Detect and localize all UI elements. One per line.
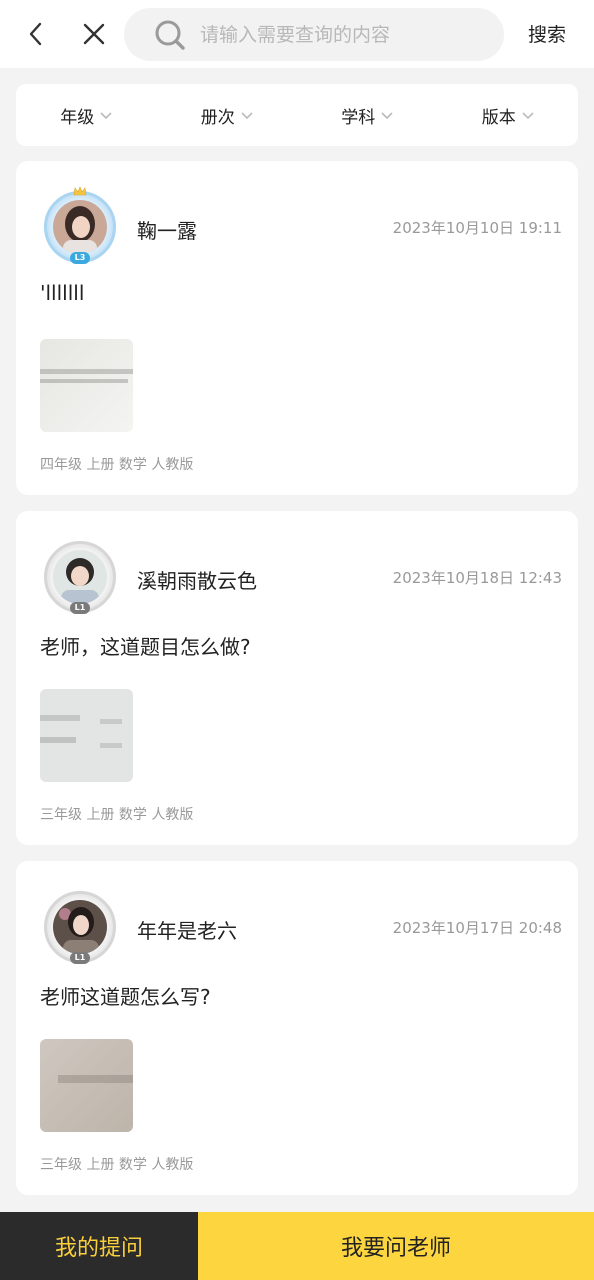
avatar[interactable]: L3 [44, 186, 116, 264]
avatar-photo [53, 550, 107, 604]
avatar-photo [53, 200, 107, 254]
question-card[interactable]: L1 溪朝雨散云色 2023年10月18日 12:43 老师，这道题目怎么做? … [16, 511, 578, 845]
chevron-down-icon [522, 112, 534, 120]
search-input[interactable] [200, 23, 470, 46]
close-button[interactable] [74, 14, 114, 54]
question-image[interactable] [40, 339, 133, 432]
username[interactable]: 年年是老六 [137, 915, 237, 944]
level-badge: L1 [70, 602, 90, 614]
username[interactable]: 溪朝雨散云色 [137, 565, 257, 594]
username[interactable]: 鞠一露 [137, 215, 197, 244]
filter-edition[interactable]: 版本 [438, 103, 579, 128]
level-badge: L1 [70, 952, 90, 964]
ask-teacher-button[interactable]: 我要问老师 [198, 1212, 594, 1280]
post-time: 2023年10月18日 12:43 [392, 569, 562, 587]
question-tags: 四年级 上册 数学 人教版 [40, 457, 194, 473]
question-card[interactable]: L3 鞠一露 2023年10月10日 19:11 'lllllll 四年级 上册… [16, 161, 578, 495]
post-time: 2023年10月10日 19:11 [392, 219, 562, 237]
question-card[interactable]: L1 年年是老六 2023年10月17日 20:48 老师这道题怎么写? 三年级… [16, 861, 578, 1195]
chevron-down-icon [381, 112, 393, 120]
search-button[interactable]: 搜索 [528, 20, 566, 47]
avatar-photo [53, 900, 107, 954]
question-image[interactable] [40, 689, 133, 782]
question-tags: 三年级 上册 数学 人教版 [40, 807, 194, 823]
post-time: 2023年10月17日 20:48 [392, 919, 562, 937]
filter-grade[interactable]: 年级 [16, 103, 157, 128]
filter-label: 版本 [481, 107, 516, 128]
close-icon [83, 23, 105, 45]
filter-bar: 年级 册次 学科 版本 [16, 84, 578, 146]
question-text: 老师，这道题目怎么做? [40, 635, 251, 659]
search-box[interactable] [124, 8, 504, 61]
question-tags: 三年级 上册 数学 人教版 [40, 1157, 194, 1173]
level-badge: L3 [70, 252, 90, 264]
filter-label: 学科 [341, 107, 376, 128]
search-icon [154, 19, 186, 51]
chevron-down-icon [100, 112, 112, 120]
filter-label: 册次 [200, 107, 235, 128]
question-text: 老师这道题怎么写? [40, 985, 211, 1009]
avatar[interactable]: L1 [44, 541, 116, 614]
bottom-action-bar: 我的提问 我要问老师 [0, 1212, 594, 1280]
chevron-down-icon [241, 112, 253, 120]
question-image[interactable] [40, 1039, 133, 1132]
top-bar: 搜索 [0, 0, 594, 68]
avatar[interactable]: L1 [44, 891, 116, 964]
question-text: 'lllllll [40, 281, 85, 305]
my-questions-button[interactable]: 我的提问 [0, 1212, 198, 1280]
filter-label: 年级 [60, 107, 95, 128]
filter-volume[interactable]: 册次 [157, 103, 298, 128]
chevron-left-icon [29, 22, 42, 46]
crown-icon [73, 186, 87, 196]
back-button[interactable] [16, 14, 56, 54]
filter-subject[interactable]: 学科 [297, 103, 438, 128]
